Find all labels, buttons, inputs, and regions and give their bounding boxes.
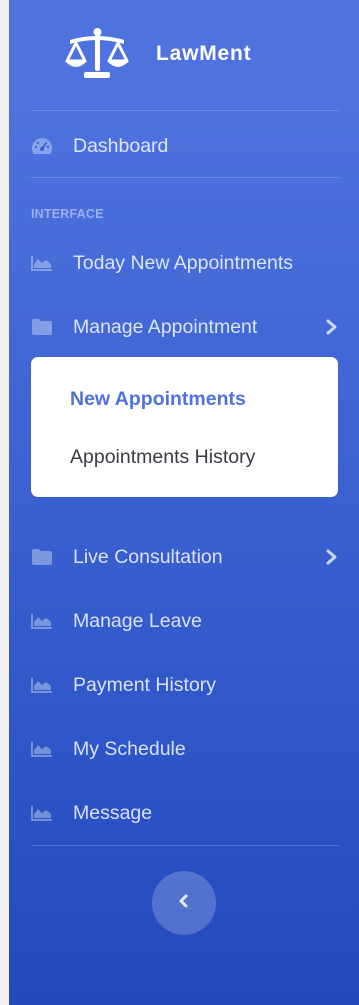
- sidebar-item-label: My Schedule: [73, 737, 186, 760]
- sidebar: LawMent Dashboard INTERFACE Today New Ap…: [9, 0, 359, 1005]
- sidebar-item-dashboard[interactable]: Dashboard: [31, 126, 339, 166]
- sidebar-divider: [31, 845, 339, 846]
- sidebar-item-today-new-appointments[interactable]: Today New Appointments: [31, 243, 339, 283]
- area-chart-icon: [31, 739, 57, 759]
- submenu-item-appointments-history[interactable]: Appointments History: [70, 446, 255, 469]
- chevron-right-icon: [325, 546, 339, 568]
- sidebar-item-live-consultation[interactable]: Live Consultation: [31, 537, 339, 577]
- area-chart-icon: [31, 803, 57, 823]
- sidebar-item-label: Payment History: [73, 673, 217, 696]
- sidebar-item-label: Manage Appointment: [73, 315, 258, 338]
- area-chart-icon: [31, 253, 57, 273]
- chevron-left-icon: [177, 892, 191, 915]
- sidebar-divider: [31, 110, 339, 111]
- scales-of-justice-icon: [64, 26, 130, 82]
- sidebar-item-label: Dashboard: [73, 134, 169, 157]
- area-chart-icon: [31, 675, 57, 695]
- sidebar-item-payment-history[interactable]: Payment History: [31, 665, 339, 705]
- sidebar-item-label: Message: [73, 801, 153, 824]
- area-chart-icon: [31, 611, 57, 631]
- sidebar-item-manage-appointment[interactable]: Manage Appointment: [31, 307, 339, 347]
- folder-icon: [31, 317, 57, 337]
- chevron-right-icon: [325, 316, 339, 338]
- submenu-item-new-appointments[interactable]: New Appointments: [70, 388, 246, 411]
- sidebar-toggle-button[interactable]: [152, 871, 216, 935]
- sidebar-item-label: Live Consultation: [73, 545, 223, 568]
- sidebar-item-manage-leave[interactable]: Manage Leave: [31, 601, 339, 641]
- brand[interactable]: LawMent: [9, 0, 359, 110]
- tachometer-icon: [31, 136, 57, 156]
- sidebar-item-my-schedule[interactable]: My Schedule: [31, 729, 339, 769]
- sidebar-item-label: Today New Appointments: [73, 251, 294, 274]
- folder-icon: [31, 547, 57, 567]
- sidebar-heading: INTERFACE: [31, 207, 104, 221]
- sidebar-item-label: Manage Leave: [73, 609, 203, 632]
- brand-name: LawMent: [156, 42, 252, 65]
- sidebar-item-message[interactable]: Message: [31, 793, 339, 833]
- submenu-panel: New Appointments Appointments History: [31, 357, 338, 497]
- sidebar-divider: [31, 177, 339, 178]
